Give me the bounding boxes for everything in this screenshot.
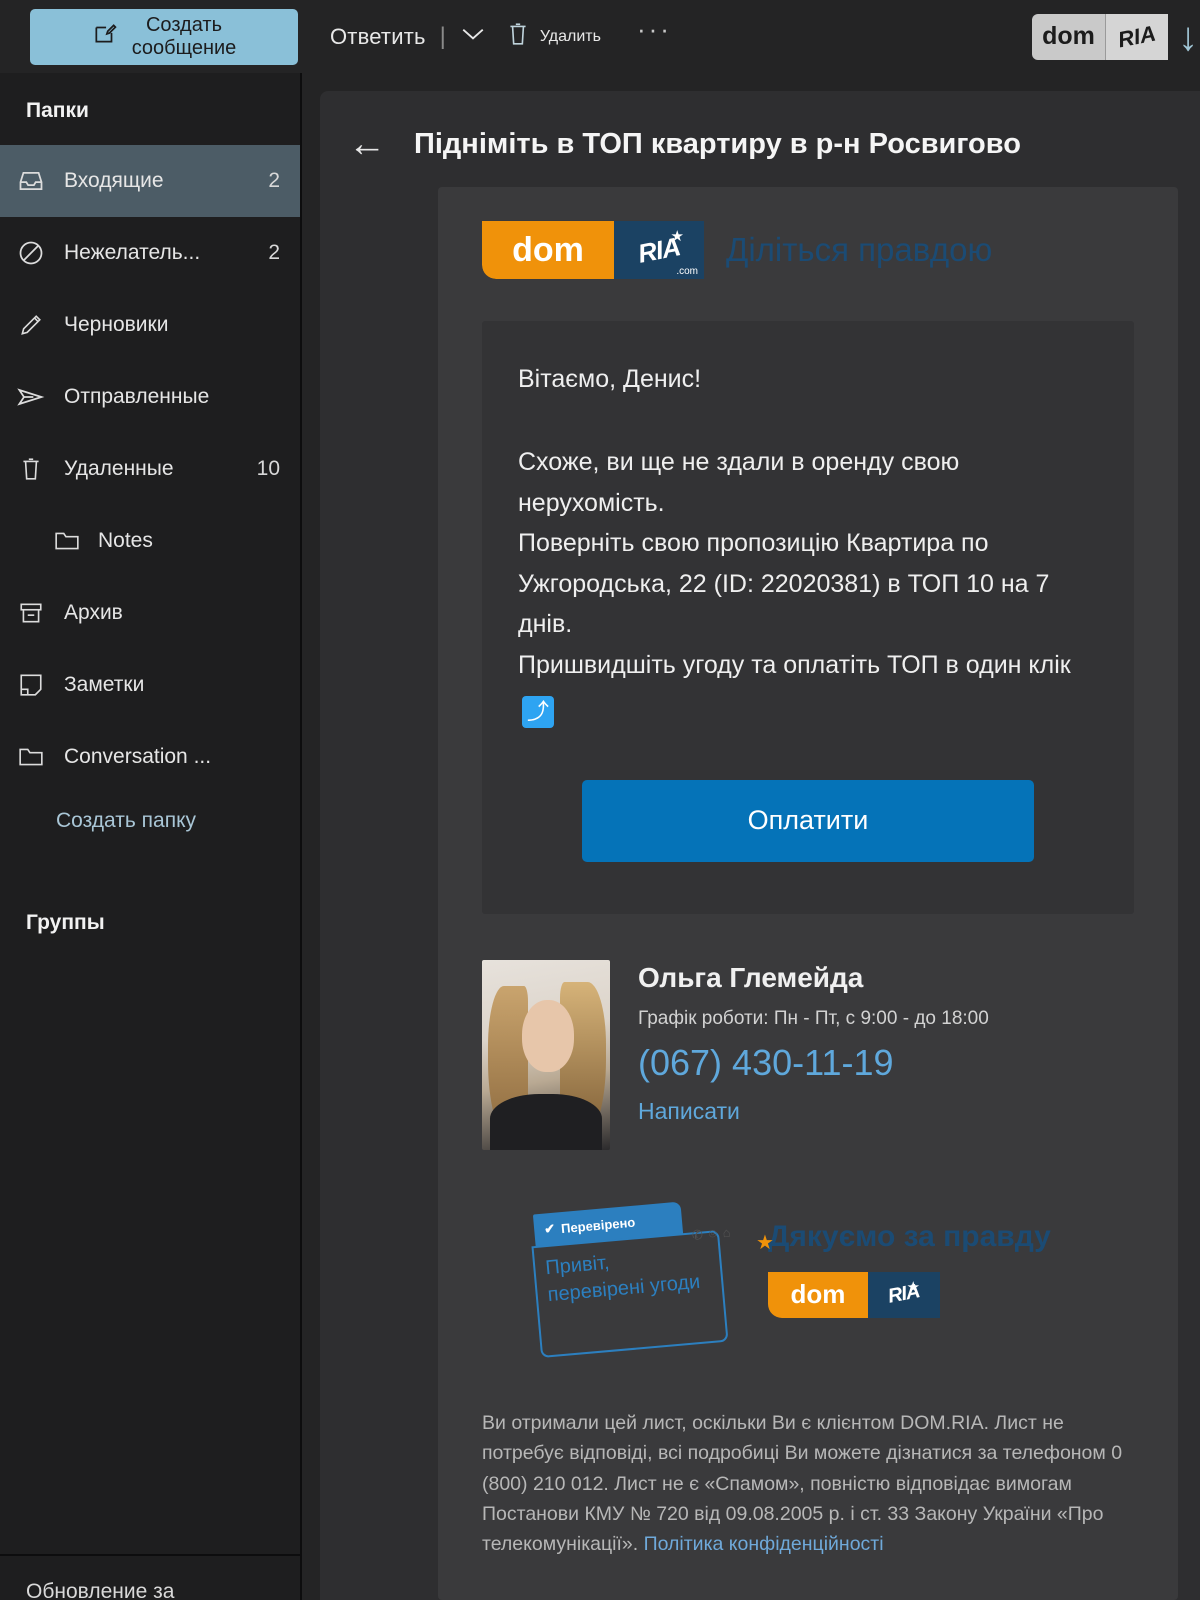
agent-contact-card: Ольга Глемейда Графік роботи: Пн - Пт, с… [482, 959, 1134, 1150]
promo-body-text: Схоже, ви ще не здали в оренду свою неру… [518, 442, 1098, 728]
thanks-title: Дякуємо за правду [768, 1219, 1051, 1253]
compose-button-label: Создать сообщение [131, 14, 237, 59]
sidebar-item-trash[interactable]: Удаленные 10 [0, 433, 300, 505]
agent-avatar [482, 959, 610, 1150]
sidebar-item-count: 2 [268, 241, 280, 264]
domria-logo: dom ★ RIA .com [482, 221, 704, 279]
sidebar-item-inbox[interactable]: Входящие 2 [0, 145, 300, 217]
compose-pencil-icon [92, 21, 118, 53]
thanks-block: Дякуємо за правду dom ★ RIA [768, 1204, 1051, 1318]
reply-dropdown-button[interactable] [450, 18, 496, 55]
domria-logo-dom: dom [768, 1271, 868, 1318]
toolbar-actions: Ответить | Удалить ··· [320, 13, 690, 60]
trash-icon [14, 456, 48, 482]
toolbar-divider: | [439, 22, 446, 50]
verified-badge-illustration: ✔ Перевірено Привіт, перевірені угоди ✆⌾… [522, 1201, 774, 1358]
groups-heading: Группы [26, 911, 105, 934]
privacy-policy-link[interactable]: Політика конфіденційності [644, 1533, 884, 1555]
sidebar-item-count: 10 [256, 457, 280, 480]
pay-button[interactable]: Оплатити [582, 779, 1034, 862]
mail-app-window: Создатьсообщение Ответить | Удалить ··· [0, 0, 1200, 1600]
sidebar-item-label: Архив [64, 601, 123, 624]
promo-paragraph-1: Схоже, ви ще не здали в оренду свою неру… [518, 448, 960, 517]
sidebar-item-label: Notes [98, 529, 153, 552]
message-header: ← Підніміть в ТОП квартиру в р-н Росвиго… [320, 91, 1200, 187]
verified-thanks-section: ✔ Перевірено Привіт, перевірені угоди ✆⌾… [482, 1201, 1134, 1358]
pencil-icon [14, 312, 48, 338]
brand-tagline: Діліться правдою [726, 231, 993, 268]
toolbar-right-section: dom RIA ↓ [1032, 0, 1200, 73]
inbox-icon [14, 168, 48, 194]
agent-info: Ольга Глемейда Графік роботи: Пн - Пт, с… [638, 960, 1134, 1150]
sidebar-item-label: Черновики [64, 313, 169, 336]
sidebar-bottom-text: Обновление за [26, 1580, 175, 1600]
verified-star-icon: ★ [756, 1231, 774, 1254]
reply-button[interactable]: Ответить [320, 16, 436, 58]
chevron-down-icon [460, 26, 486, 47]
agent-write-link[interactable]: Написати [638, 1098, 1134, 1125]
promo-card: Вітаємо, Денис! Схоже, ви ще не здали в … [482, 321, 1134, 914]
agent-phone-number[interactable]: (067) 430-11-19 [638, 1042, 1134, 1084]
reading-pane: ← Підніміть в ТОП квартиру в р-н Росвиго… [302, 73, 1200, 1600]
sidebar-item-sent[interactable]: Отправленные [0, 361, 300, 433]
delete-button-label: Удалить [539, 27, 601, 45]
email-brand-header: dom ★ RIA .com Діліться правдою [482, 221, 1134, 279]
avatar-body [490, 1093, 602, 1150]
verified-check-icon: ✔ [543, 1220, 556, 1237]
sender-logo-dom-text: dom [1032, 13, 1106, 60]
sidebar-item-label: Отправленные [64, 385, 210, 408]
message-viewer: ← Підніміть в ТОП квартиру в р-н Росвиго… [320, 91, 1200, 1600]
sidebar-item-archive[interactable]: Архив [0, 577, 300, 649]
sidebar-item-notes-folder[interactable]: Notes [0, 505, 300, 577]
download-arrow-icon[interactable]: ↓ [1178, 17, 1200, 57]
domria-logo-dom: dom [482, 221, 614, 279]
verified-speech-box: Привіт, перевірені угоди [531, 1229, 729, 1358]
delete-button[interactable]: Удалить [496, 13, 611, 60]
promo-paragraph-2: Поверніть свою пропозицію Квартира по Уж… [518, 529, 1050, 638]
block-icon [14, 239, 48, 267]
domria-logo-ria: ★ RIA .com [614, 221, 704, 279]
verified-small-icons: ✆⌾⌂ [691, 1223, 738, 1243]
folders-sidebar: Папки Входящие 2 Нежелатель... 2 Чернови… [0, 73, 302, 1600]
avatar-face [522, 999, 574, 1072]
note-icon [14, 672, 48, 698]
email-body-inner: dom ★ RIA .com Діліться правдою Вітаємо,… [438, 221, 1178, 1600]
folders-heading: Папки [26, 99, 89, 122]
main-content-row: Папки Входящие 2 Нежелатель... 2 Чернови… [0, 73, 1200, 1600]
sidebar-item-label: Входящие [64, 169, 164, 192]
message-subject: Підніміть в ТОП квартиру в р-н Росвигово [414, 127, 1021, 160]
sidebar-item-notes[interactable]: Заметки [0, 649, 300, 721]
greeting-text: Вітаємо, Денис! [518, 365, 702, 393]
more-options-button[interactable]: ··· [611, 14, 690, 59]
back-arrow-icon[interactable]: ← [348, 125, 386, 163]
email-disclaimer: Ви отримали цей лист, оскільки Ви є кліє… [482, 1408, 1134, 1600]
arrow-up-emoji-icon: ⤴ [522, 695, 554, 728]
folder-icon [14, 746, 48, 768]
sidebar-item-label: Удаленные [64, 457, 174, 480]
sidebar-item-conversation-history[interactable]: Conversation ... [0, 721, 300, 793]
folder-icon [52, 530, 82, 552]
sidebar-item-count: 2 [268, 169, 280, 192]
sidebar-item-label: Нежелатель... [64, 241, 201, 264]
compose-message-button[interactable]: Создать сообщение [30, 8, 298, 65]
toolbar: Создатьсообщение Ответить | Удалить ··· [0, 0, 1200, 73]
sender-logo-ria-mark: RIA [1106, 13, 1168, 60]
sidebar-item-label: Заметки [64, 673, 145, 696]
email-body-card: dom ★ RIA .com Діліться правдою Вітаємо,… [438, 187, 1178, 1600]
send-icon [14, 385, 48, 409]
sender-logo-grayscale: dom RIA [1032, 13, 1168, 60]
sidebar-item-drafts[interactable]: Черновики [0, 289, 300, 361]
sidebar-bottom-status: Обновление за [0, 1554, 300, 1600]
sidebar-item-junk[interactable]: Нежелатель... 2 [0, 217, 300, 289]
domria-logo-ria: ★ RIA [868, 1271, 940, 1318]
promo-paragraph-3: Пришвидшіть угоду та оплатіть ТОП в один… [518, 645, 1098, 728]
agent-name: Ольга Глемейда [638, 961, 864, 993]
agent-working-hours: Графік роботи: Пн - Пт, с 9:00 - до 18:0… [638, 1007, 989, 1029]
trash-icon [506, 21, 530, 52]
domria-logo-footer: dom ★ RIA [768, 1271, 940, 1318]
sidebar-item-label: Conversation ... [64, 745, 212, 768]
archive-icon [14, 601, 48, 625]
create-folder-link[interactable]: Создать папку [0, 793, 300, 849]
